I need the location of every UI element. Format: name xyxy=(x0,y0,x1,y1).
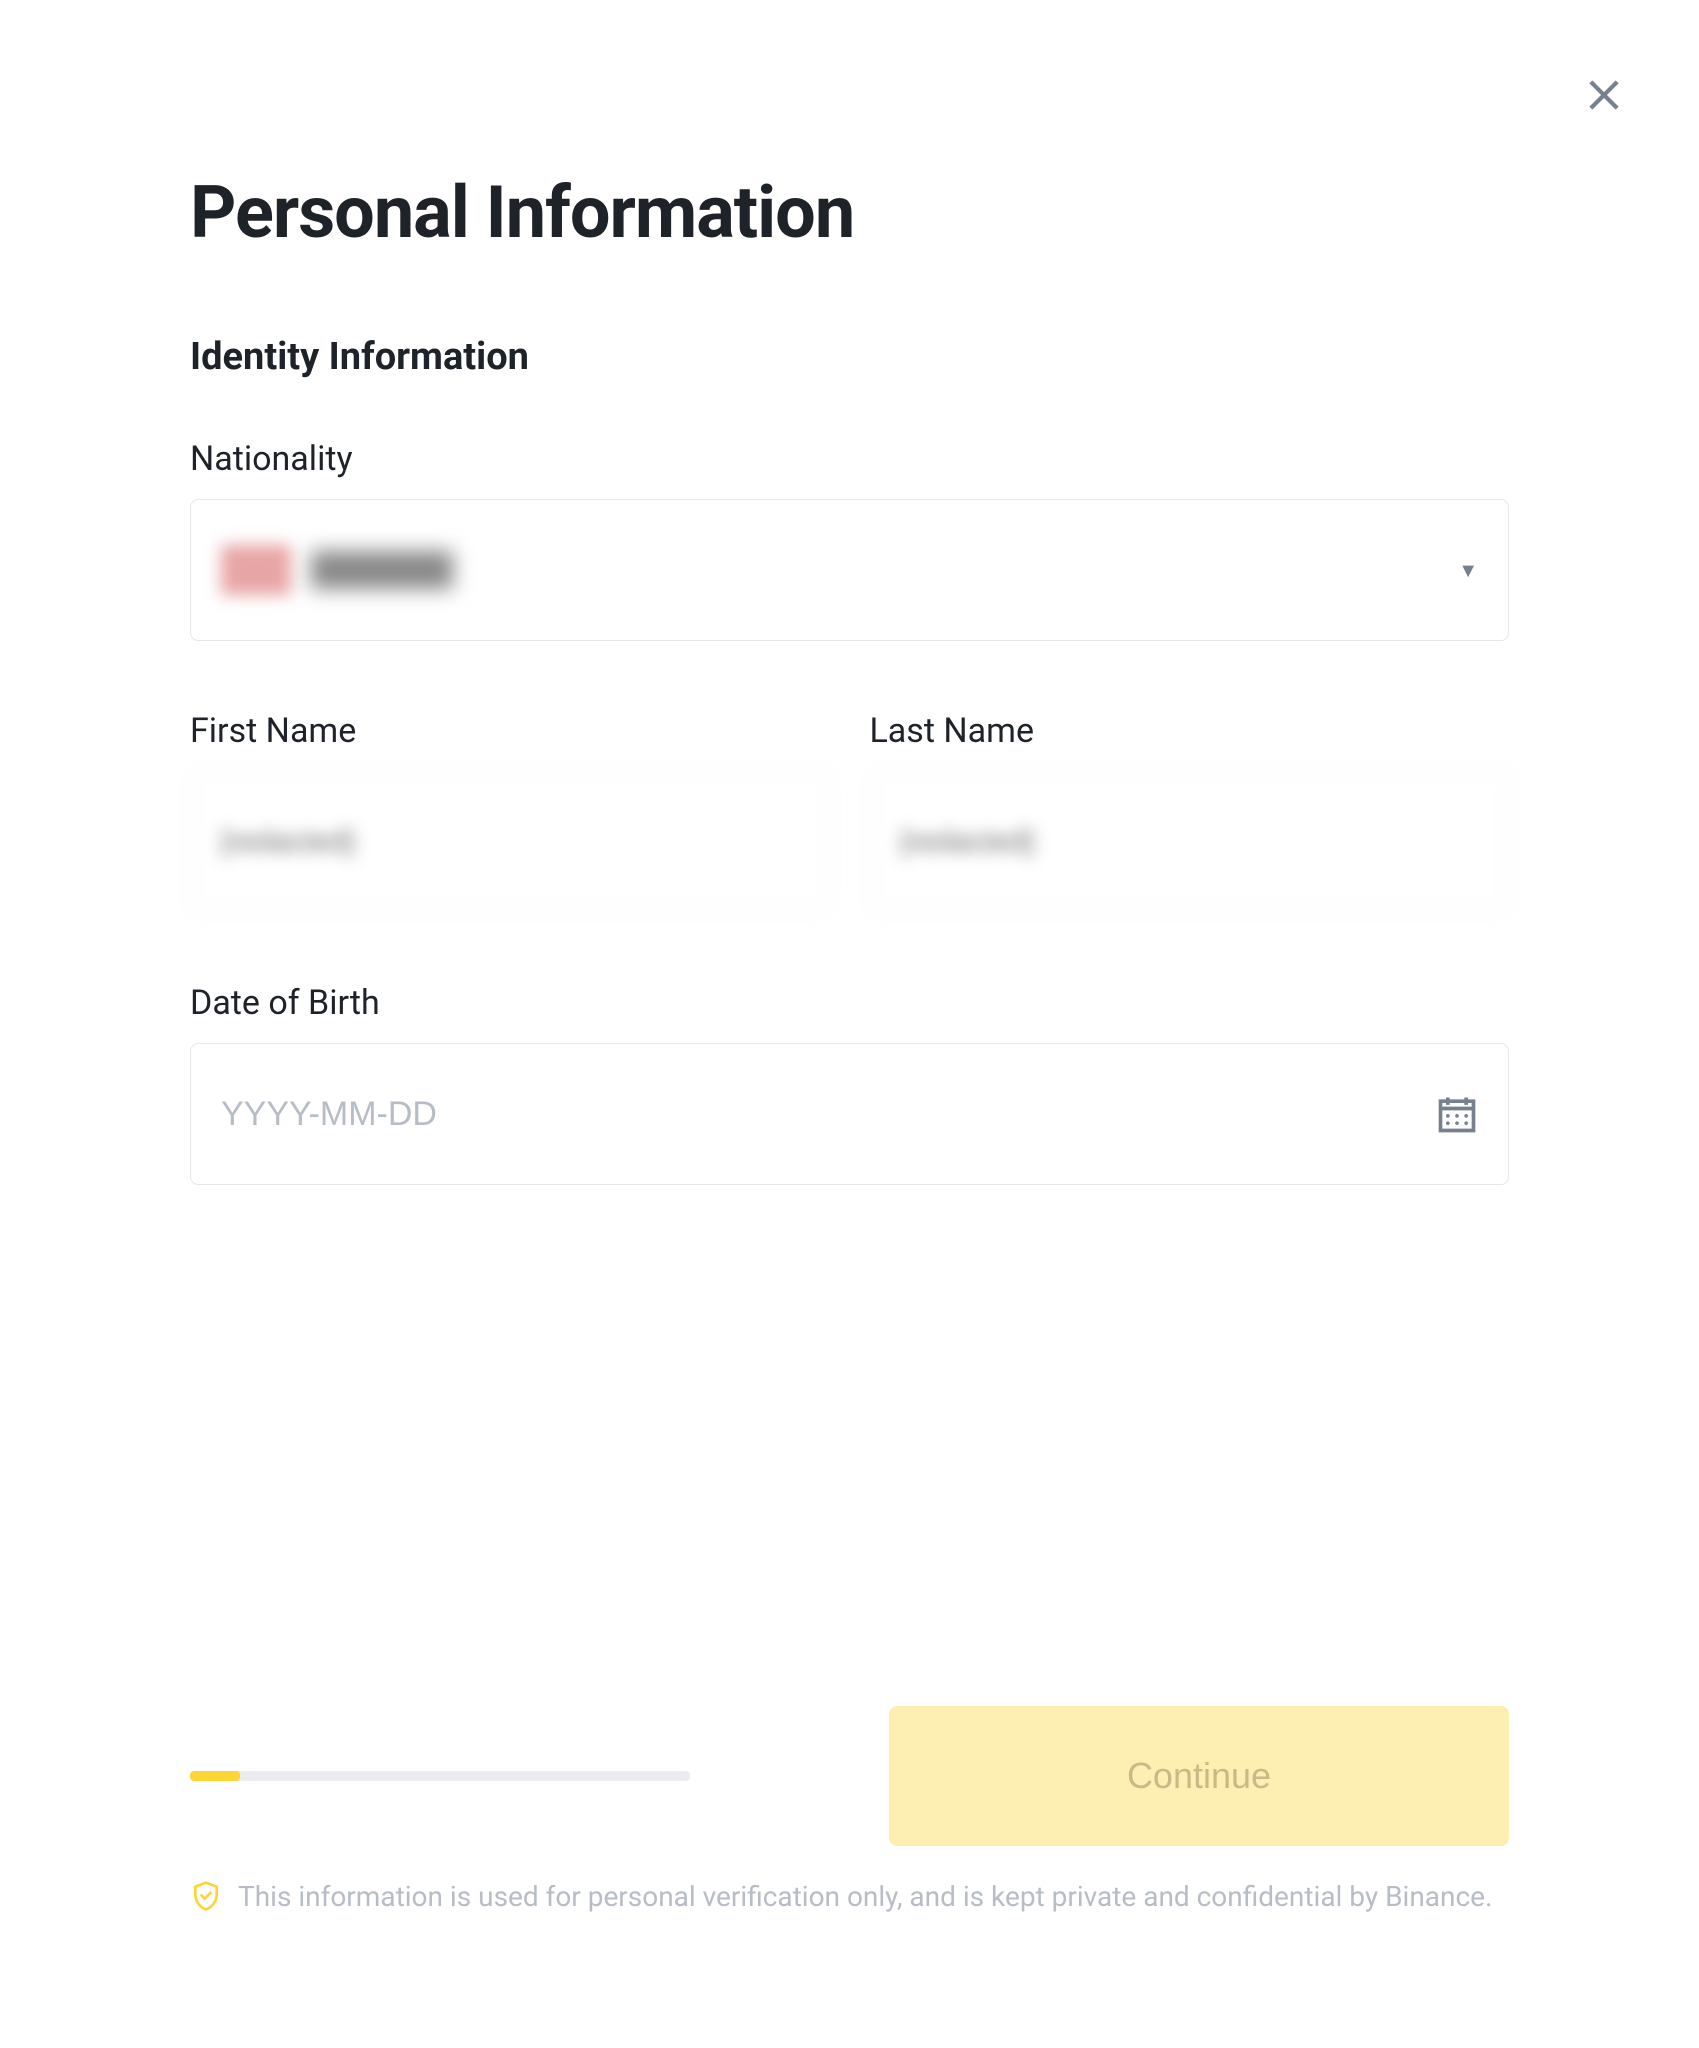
nationality-select[interactable]: [redacted] ▼ xyxy=(190,499,1509,641)
calendar-icon[interactable] xyxy=(1435,1092,1479,1136)
dob-label: Date of Birth xyxy=(190,983,1509,1023)
first-name-label: First Name xyxy=(190,711,830,751)
dob-field-group: Date of Birth xyxy=(190,983,1509,1185)
flag-icon xyxy=(221,545,291,595)
continue-button[interactable]: Continue xyxy=(889,1706,1509,1846)
section-title: Identity Information xyxy=(190,335,1509,379)
last-name-input[interactable] xyxy=(870,771,1510,913)
close-button[interactable] xyxy=(1579,70,1629,120)
personal-info-modal: Personal Information Identity Informatio… xyxy=(0,0,1699,2048)
first-name-input[interactable] xyxy=(190,771,830,913)
last-name-label: Last Name xyxy=(870,711,1510,751)
nationality-label: Nationality xyxy=(190,439,1509,479)
close-icon xyxy=(1579,70,1629,120)
disclaimer: This information is used for personal ve… xyxy=(190,1876,1509,1918)
disclaimer-text: This information is used for personal ve… xyxy=(238,1876,1492,1918)
name-field-group: First Name Last Name xyxy=(190,711,1509,913)
modal-footer: Continue This information is used for pe… xyxy=(190,1706,1509,1918)
progress-bar xyxy=(190,1771,690,1781)
nationality-field-group: Nationality [redacted] ▼ xyxy=(190,439,1509,641)
chevron-down-icon: ▼ xyxy=(1458,558,1478,583)
dob-input[interactable] xyxy=(190,1043,1509,1185)
progress-fill xyxy=(190,1771,240,1781)
page-title: Personal Information xyxy=(190,170,1509,255)
shield-check-icon xyxy=(190,1880,222,1912)
nationality-value: [redacted] xyxy=(311,551,1458,589)
